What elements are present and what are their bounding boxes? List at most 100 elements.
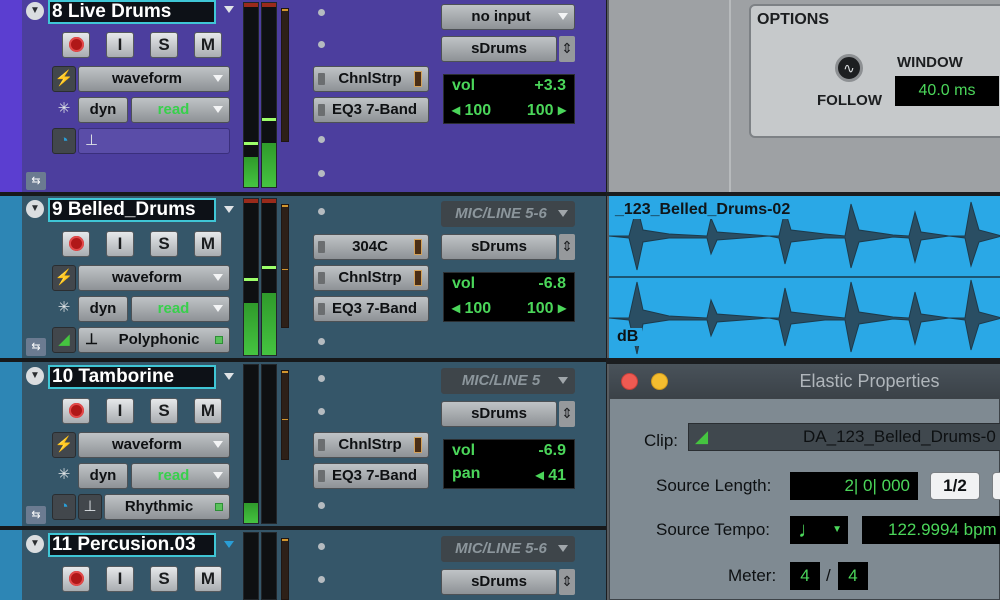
- mute-button[interactable]: M: [194, 566, 222, 592]
- insert-chnlstrp[interactable]: ChnlStrp: [313, 432, 429, 458]
- meter-numerator-field[interactable]: 4: [790, 562, 820, 590]
- input-monitor-button[interactable]: I: [106, 398, 134, 424]
- output-selector[interactable]: sDrums: [441, 234, 557, 260]
- insert-slot-empty[interactable]: [318, 576, 325, 583]
- insert-eq3[interactable]: EQ3 7-Band: [313, 97, 429, 123]
- fader-strip[interactable]: [281, 370, 289, 460]
- input-monitor-button[interactable]: I: [106, 231, 134, 257]
- track-name[interactable]: 9 Belled_Drums: [48, 198, 216, 222]
- automation-mode-selector[interactable]: read: [131, 463, 230, 489]
- input-monitor-button[interactable]: I: [106, 32, 134, 58]
- mute-button[interactable]: M: [194, 231, 222, 257]
- meter-denominator-field[interactable]: 4: [838, 562, 868, 590]
- output-selector[interactable]: sDrums: [441, 569, 557, 595]
- output-split-icon[interactable]: ⇕: [559, 36, 575, 62]
- automation-mode-selector[interactable]: read: [131, 97, 230, 123]
- insert-slot-empty[interactable]: [318, 136, 325, 143]
- output-selector[interactable]: sDrums: [441, 36, 557, 62]
- input-selector[interactable]: MIC/LINE 5-6: [441, 201, 575, 227]
- insert-slot-empty[interactable]: [318, 41, 325, 48]
- insert-slot-empty[interactable]: [318, 502, 325, 509]
- record-arm-button[interactable]: [62, 398, 90, 424]
- track-name[interactable]: 11 Percusion.03: [48, 533, 216, 557]
- insert-slot-empty[interactable]: [318, 170, 325, 177]
- insert-304c[interactable]: 304C: [313, 234, 429, 260]
- output-split-icon[interactable]: ⇕: [559, 569, 575, 595]
- output-split-icon[interactable]: ⇕: [559, 401, 575, 427]
- fader-strip[interactable]: [281, 538, 289, 600]
- track-name-dropdown-icon[interactable]: [224, 373, 234, 380]
- double-length-button[interactable]: [992, 472, 1000, 500]
- input-selector[interactable]: no input: [441, 4, 575, 30]
- mute-button[interactable]: M: [194, 32, 222, 58]
- track-format-icon[interactable]: ⇆: [26, 338, 46, 356]
- output-selector[interactable]: sDrums: [441, 401, 557, 427]
- track-options-disclosure[interactable]: ▼: [26, 2, 44, 20]
- dyn-button[interactable]: dyn: [78, 97, 128, 123]
- input-selector[interactable]: MIC/LINE 5: [441, 368, 575, 394]
- timebase-icon[interactable]: ◔: [52, 128, 76, 154]
- insert-eq3[interactable]: EQ3 7-Band: [313, 463, 429, 489]
- solo-button[interactable]: S: [150, 32, 178, 58]
- track-name-dropdown-icon[interactable]: [224, 6, 234, 13]
- volume-pan-readout[interactable]: vol -6.8 ◂ 100 100 ▸: [443, 272, 575, 322]
- mute-button[interactable]: M: [194, 398, 222, 424]
- insert-slot-empty[interactable]: [318, 543, 325, 550]
- track-view-selector[interactable]: waveform: [78, 432, 230, 458]
- insert-slot-empty[interactable]: [318, 9, 325, 16]
- window-value-field[interactable]: 40.0 ms: [895, 76, 999, 106]
- source-length-field[interactable]: 2| 0| 000: [790, 472, 918, 500]
- fader-strip[interactable]: [281, 8, 289, 142]
- follow-knob-icon[interactable]: ∿: [835, 54, 863, 82]
- track-name[interactable]: 8 Live Drums: [48, 0, 216, 24]
- record-arm-button[interactable]: [62, 231, 90, 257]
- window-titlebar[interactable]: Elastic Properties: [609, 364, 1000, 398]
- track-view-selector[interactable]: waveform: [78, 66, 230, 92]
- automation-mode-selector[interactable]: read: [131, 296, 230, 322]
- insert-slot-empty[interactable]: [318, 338, 325, 345]
- track-name[interactable]: 10 Tamborine: [48, 365, 216, 389]
- track-name-dropdown-icon[interactable]: [224, 541, 234, 548]
- track-view-selector[interactable]: waveform: [78, 265, 230, 291]
- lightning-icon[interactable]: ⚡: [52, 265, 76, 291]
- input-selector[interactable]: MIC/LINE 5-6: [441, 536, 575, 562]
- insert-slot-empty[interactable]: [318, 408, 325, 415]
- track-options-disclosure[interactable]: ▼: [26, 367, 44, 385]
- input-monitor-button[interactable]: I: [106, 566, 134, 592]
- dyn-button[interactable]: dyn: [78, 463, 128, 489]
- solo-button[interactable]: S: [150, 566, 178, 592]
- volume-pan-readout[interactable]: vol +3.3 ◂ 100 100 ▸: [443, 74, 575, 124]
- level-meter-left: [243, 2, 259, 188]
- metronome-icon[interactable]: ⊥: [78, 494, 102, 520]
- lightning-icon[interactable]: ⚡: [52, 432, 76, 458]
- source-tempo-field[interactable]: 122.9994 bpm: [862, 516, 1000, 544]
- insert-chnlstrp[interactable]: ChnlStrp: [313, 66, 429, 92]
- half-length-button[interactable]: 1/2: [930, 472, 980, 500]
- record-arm-button[interactable]: [62, 566, 90, 592]
- lightning-icon[interactable]: ⚡: [52, 66, 76, 92]
- solo-button[interactable]: S: [150, 398, 178, 424]
- track-name-dropdown-icon[interactable]: [224, 206, 234, 213]
- elastic-mode-selector[interactable]: Rhythmic: [104, 494, 230, 520]
- track-options-disclosure[interactable]: ▼: [26, 535, 44, 553]
- elastic-mode-selector[interactable]: ⊥ Polyphonic: [78, 327, 230, 353]
- level-meter-right: [261, 364, 277, 524]
- note-value-selector[interactable]: ♩ ▼: [790, 516, 848, 544]
- fader-strip[interactable]: [281, 204, 289, 328]
- track-format-icon[interactable]: ⇆: [26, 172, 46, 190]
- elastic-audio-icon[interactable]: ◢: [52, 327, 76, 353]
- insert-slot-empty[interactable]: [318, 208, 325, 215]
- insert-eq3[interactable]: EQ3 7-Band: [313, 296, 429, 322]
- dyn-button[interactable]: dyn: [78, 296, 128, 322]
- track-options-disclosure[interactable]: ▼: [26, 200, 44, 218]
- elastic-mode-selector[interactable]: ⊥: [78, 128, 230, 154]
- audio-clip[interactable]: _123_Belled_Drums-02 dB: [607, 196, 1000, 358]
- volume-pan-readout[interactable]: vol -6.9 pan ◂ 41: [443, 439, 575, 489]
- track-format-icon[interactable]: ⇆: [26, 506, 46, 524]
- insert-chnlstrp[interactable]: ChnlStrp: [313, 265, 429, 291]
- timebase-icon[interactable]: ◔: [52, 494, 76, 520]
- output-split-icon[interactable]: ⇕: [559, 234, 575, 260]
- insert-slot-empty[interactable]: [318, 375, 325, 382]
- record-arm-button[interactable]: [62, 32, 90, 58]
- solo-button[interactable]: S: [150, 231, 178, 257]
